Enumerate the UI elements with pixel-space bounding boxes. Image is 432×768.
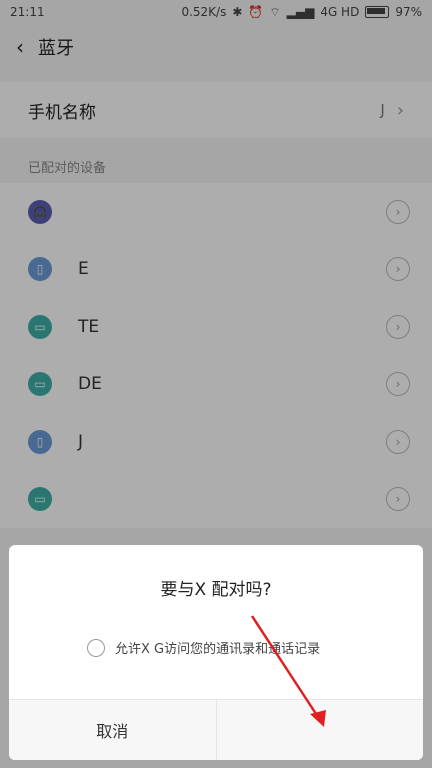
annotation-arrow-icon: [250, 615, 326, 727]
dialog-buttons: 取消: [9, 699, 423, 760]
permission-checkbox[interactable]: [87, 638, 105, 657]
pairing-dialog: 要与X 配对吗? 允许X G访问您的通讯录和通话记录 取消: [9, 545, 423, 760]
cancel-button[interactable]: 取消: [9, 700, 216, 760]
dialog-title: 要与X 配对吗?: [160, 580, 272, 600]
